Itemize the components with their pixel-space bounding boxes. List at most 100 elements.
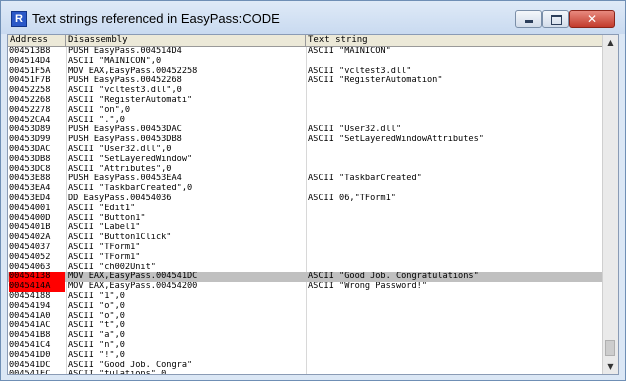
table-row[interactable]: 00453D89 PUSH EasyPass.00453DAC ASCII "Use… (8, 125, 602, 135)
table-row[interactable]: 00451F5A MOV EAX,EasyPass.00452258 ASCII "… (8, 67, 602, 77)
address-cell: 00453DAC (9, 144, 51, 154)
text-string-cell: ASCII "SetLayeredWindowAttributes" (308, 135, 484, 145)
table-row[interactable]: 00452CA4 ASCII ".",0 (8, 116, 602, 126)
scroll-up-arrow-icon[interactable]: ▲ (603, 35, 618, 50)
disassembly-cell: ASCII "Button1Click" (68, 233, 172, 243)
table-row[interactable]: 0045414A MOV EAX,EasyPass.00454200 ASCII "… (8, 282, 602, 292)
disassembly-cell: ASCII "o",0 (68, 311, 125, 321)
close-button[interactable]: ✕ (569, 10, 615, 28)
disassembly-cell: ASCII "t",0 (68, 321, 125, 331)
address-cell: 004541AC (9, 321, 51, 331)
address-cell: 00453ED4 (9, 193, 51, 203)
table-row[interactable]: 004541DC ASCII "Good Job. Congra" (8, 361, 602, 371)
disassembly-cell: ASCII "o",0 (68, 301, 125, 311)
disassembly-cell: PUSH EasyPass.00453DAC (68, 125, 182, 135)
address-cell: 00453DB8 (9, 154, 51, 164)
table-row[interactable]: 004513B8 PUSH EasyPass.004514D4 ASCII "MAI… (8, 47, 602, 57)
table-row[interactable]: 00451F7B PUSH EasyPass.00452268 ASCII "Reg… (8, 76, 602, 86)
minimize-button[interactable] (515, 10, 542, 28)
table-row[interactable]: 00454188 ASCII "1",0 (8, 292, 602, 302)
table-row[interactable]: 00452268 ASCII "RegisterAutomati" (8, 96, 602, 106)
disassembly-cell: ASCII ".",0 (68, 115, 125, 125)
address-cell: 00451F5A (9, 66, 51, 76)
address-cell: 004514D4 (9, 56, 51, 66)
text-string-cell: ASCII "MAINICON" (308, 47, 391, 56)
address-cell: 004513B8 (9, 47, 51, 56)
address-cell: 0045400D (9, 213, 51, 223)
table-row[interactable]: 00453DAC ASCII "User32.dll",0 (8, 145, 602, 155)
table-row[interactable]: 00453DC8 ASCII "Attributes",0 (8, 165, 602, 175)
disassembly-cell: ASCII "Label1" (68, 223, 141, 233)
disassembly-cell: PUSH EasyPass.00452268 (68, 76, 182, 86)
table-row[interactable]: 004541A0 ASCII "o",0 (8, 312, 602, 322)
table-row[interactable]: 00453EA4 ASCII "TaskbarCreated",0 (8, 184, 602, 194)
vertical-scrollbar[interactable]: ▲ ▼ (602, 35, 618, 374)
disassembly-cell: PUSH EasyPass.00453EA4 (68, 174, 182, 184)
table-row[interactable]: 00453E88 PUSH EasyPass.00453EA4 ASCII "Tas… (8, 174, 602, 184)
table-row[interactable]: 00454138 MOV EAX,EasyPass.004541DC ASCII "… (8, 272, 602, 283)
disassembly-cell: ASCII "a",0 (68, 331, 125, 341)
table-row[interactable]: 004541AC ASCII "t",0 (8, 321, 602, 331)
disassembly-cell: MOV EAX,EasyPass.00454200 (68, 282, 198, 292)
address-cell: 00453D89 (9, 125, 51, 135)
table-row[interactable]: 004541D0 ASCII "!",0 (8, 351, 602, 361)
strings-table-body: 004513B8 PUSH EasyPass.004514D4 ASCII "MAI… (8, 47, 602, 374)
address-cell: 004541EC (9, 370, 65, 374)
scroll-down-arrow-icon[interactable]: ▼ (603, 359, 618, 374)
address-cell: 004541DC (9, 360, 51, 370)
address-cell: 0045401B (9, 223, 51, 233)
table-row[interactable]: 00454194 ASCII "o",0 (8, 302, 602, 312)
disassembly-cell: ASCII "User32.dll",0 (68, 144, 172, 154)
table-row[interactable]: 00454063 ASCII "ch002Unit" (8, 263, 602, 273)
address-cell: 00453EA4 (9, 184, 51, 194)
column-header-disassembly[interactable]: Disassembly (66, 35, 306, 46)
disassembly-cell: ASCII "Edit1" (68, 203, 136, 213)
table-row[interactable]: 00453ED4 DD EasyPass.00454036 ASCII 06,"TF… (8, 194, 602, 204)
disassembly-cell: ASCII "!",0 (68, 350, 125, 360)
table-row[interactable]: 0045401B ASCII "Label1" (8, 223, 602, 233)
table-row[interactable]: 00453D99 PUSH EasyPass.00453DB8 ASCII "Set… (8, 135, 602, 145)
table-row[interactable]: 00454052 ASCII "TForm1" (8, 253, 602, 263)
table-row[interactable]: 0045400D ASCII "Button1" (8, 214, 602, 224)
table-row[interactable]: 00452278 ASCII "on",0 (8, 106, 602, 116)
column-header-address[interactable]: Address (8, 35, 66, 46)
address-cell: 00452258 (9, 86, 51, 96)
address-cell: 00454188 (9, 291, 51, 301)
address-cell: 00453E88 (9, 174, 51, 184)
text-string-cell: ASCII "TaskbarCreated" (308, 174, 422, 184)
disassembly-cell: ASCII "TaskbarCreated",0 (68, 184, 193, 194)
disassembly-cell: MOV EAX,EasyPass.004541DC (68, 272, 198, 282)
address-cell: 00454194 (9, 301, 51, 311)
address-cell: 00453DC8 (9, 164, 51, 174)
disassembly-cell: ASCII "TForm1" (68, 242, 141, 252)
table-row[interactable]: 00454037 ASCII "TForm1" (8, 243, 602, 253)
table-row[interactable]: 004541ECASCII "tulations",0 (8, 370, 602, 374)
title-bar[interactable]: R Text strings referenced in EasyPass:CO… (1, 1, 625, 34)
disassembly-cell: ASCII "vcltest3.dll",0 (68, 86, 182, 96)
maximize-button[interactable] (542, 10, 569, 28)
address-cell: 0045414A (9, 282, 65, 292)
disassembly-cell: ASCII "RegisterAutomati" (68, 95, 193, 105)
text-string-cell: ASCII "User32.dll" (308, 125, 402, 135)
table-row[interactable]: 00452258 ASCII "vcltest3.dll",0 (8, 86, 602, 96)
strings-list-pane[interactable]: Address Disassembly Text string 004513B8… (7, 34, 619, 375)
table-row[interactable]: 004541C4 ASCII "n",0 (8, 341, 602, 351)
table-row[interactable]: 004541B8 ASCII "a",0 (8, 331, 602, 341)
column-header-text-string[interactable]: Text string (306, 35, 602, 46)
scrollbar-thumb[interactable] (605, 340, 615, 356)
disassembly-cell: ASCII "Attributes",0 (68, 164, 172, 174)
close-icon: ✕ (586, 12, 598, 26)
table-row[interactable]: 004514D4 ASCII "MAINICON",0 (8, 57, 602, 67)
address-cell: 00451F7B (9, 76, 51, 86)
text-strings-window: R Text strings referenced in EasyPass:CO… (0, 0, 626, 381)
address-cell: 00454001 (9, 203, 51, 213)
text-string-cell: ASCII "Good Job. Congratulations" (308, 272, 479, 282)
table-row[interactable]: 00453DB8 ASCII "SetLayeredWindow" (8, 155, 602, 165)
maximize-icon (551, 15, 562, 25)
disassembly-cell: ASCII "SetLayeredWindow" (68, 154, 193, 164)
disassembly-cell: ASCII "Button1" (68, 213, 146, 223)
table-row[interactable]: 00454001 ASCII "Edit1" (8, 204, 602, 214)
address-cell: 00454138 (9, 272, 65, 283)
text-string-cell: ASCII 06,"TForm1" (308, 193, 396, 203)
table-row[interactable]: 0045402A ASCII "Button1Click" (8, 233, 602, 243)
